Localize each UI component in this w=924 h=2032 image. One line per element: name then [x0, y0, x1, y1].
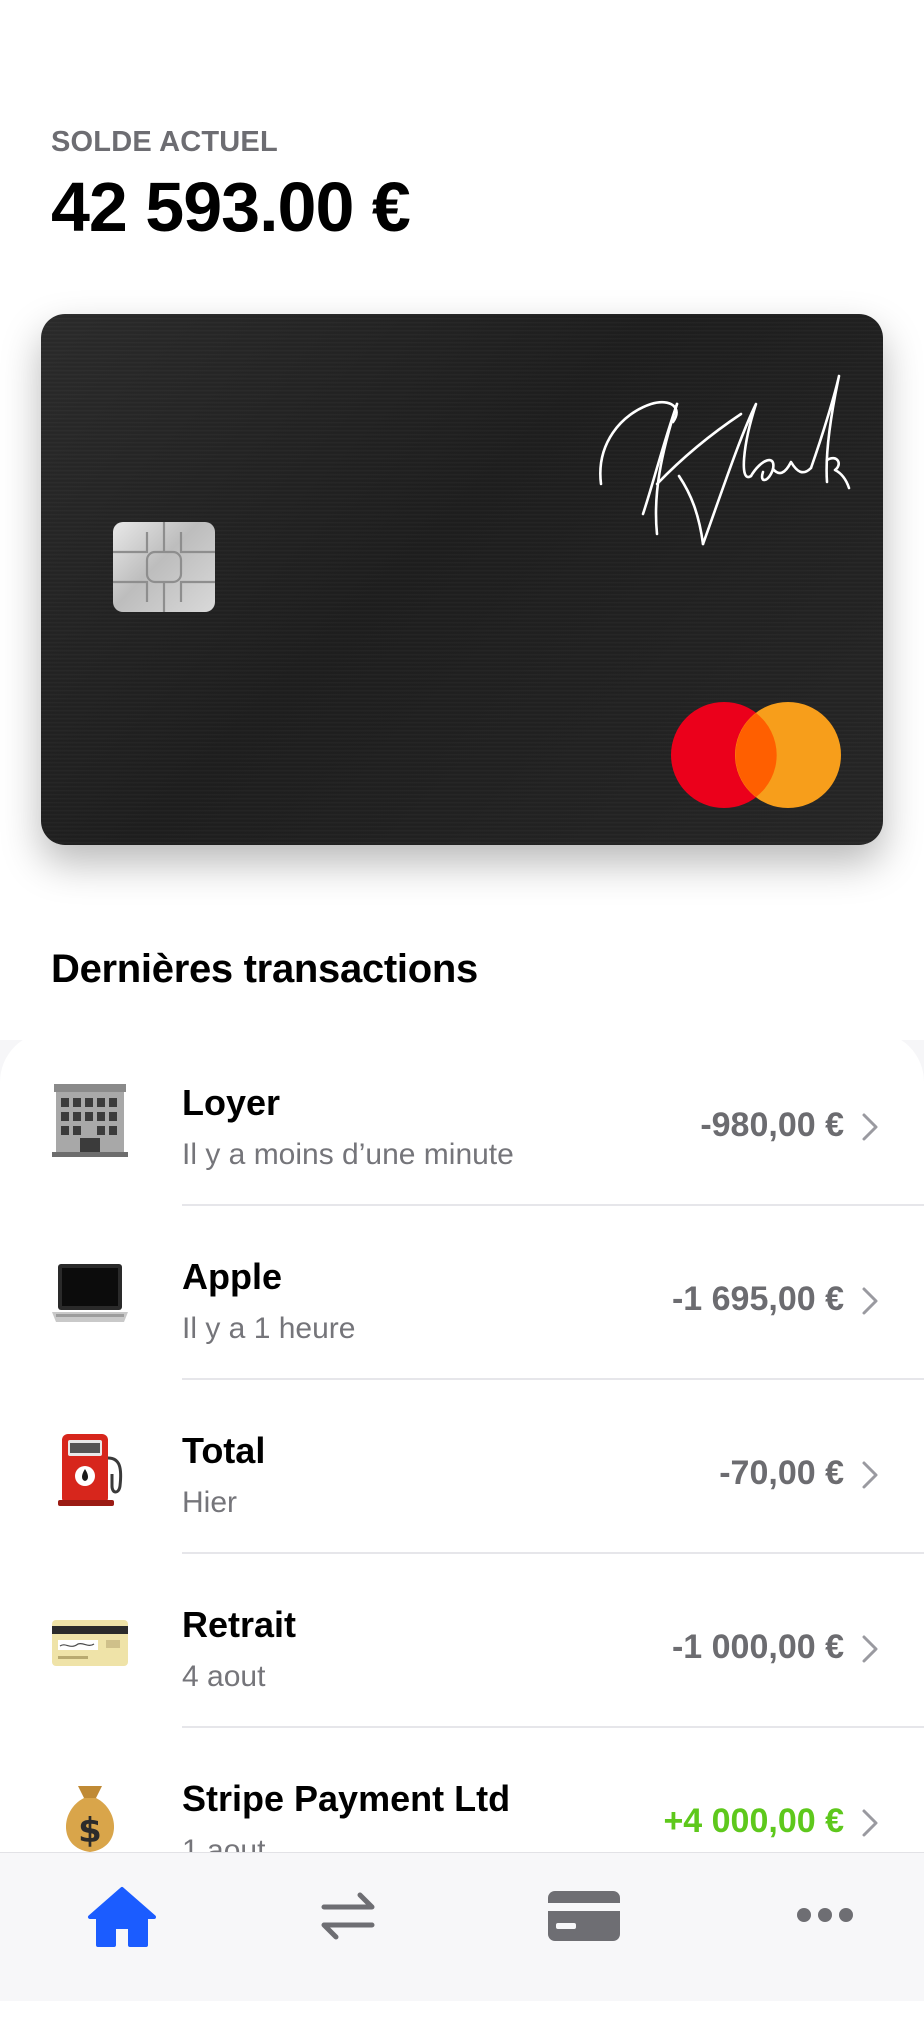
- transaction-amount: -70,00 €: [719, 1454, 844, 1492]
- svg-text:$: $: [78, 1811, 102, 1851]
- transaction-amount: +4 000,00 €: [663, 1802, 844, 1840]
- chevron-right-icon: [862, 1287, 878, 1315]
- transaction-amount: -980,00 €: [700, 1106, 844, 1144]
- laptop-icon: [52, 1264, 128, 1322]
- office-building-icon: [52, 1084, 128, 1157]
- transaction-title: Stripe Payment Ltd: [182, 1778, 511, 1819]
- transaction-row[interactable]: Retrait 4 aout -1 000,00 €: [0, 1554, 924, 1728]
- tab-cards[interactable]: [534, 1875, 634, 1955]
- payment-card[interactable]: [41, 314, 883, 845]
- transaction-time: 4 aout: [182, 1660, 266, 1693]
- transaction-amount: -1 695,00 €: [671, 1280, 844, 1318]
- tab-home[interactable]: [72, 1875, 172, 1955]
- transfer-icon: [321, 1892, 375, 1940]
- chevron-right-icon: [862, 1635, 878, 1663]
- transaction-time: Il y a 1 heure: [182, 1312, 356, 1345]
- chevron-right-icon: [862, 1461, 878, 1489]
- transaction-amount: -1 000,00 €: [671, 1628, 844, 1666]
- transaction-row[interactable]: Total Hier -70,00 €: [0, 1380, 924, 1554]
- home-icon: [88, 1887, 156, 1947]
- money-bag-icon: $: [65, 1786, 115, 1852]
- credit-card-icon: [52, 1620, 128, 1666]
- card-chip-icon: [113, 522, 215, 612]
- chevron-right-icon: [862, 1809, 878, 1837]
- tab-transfers[interactable]: [298, 1875, 398, 1955]
- transaction-title: Total: [182, 1430, 266, 1471]
- transaction-title: Loyer: [182, 1082, 281, 1123]
- chevron-right-icon: [862, 1113, 878, 1141]
- card-brand-signature: [599, 374, 851, 546]
- header: SOLDE ACTUEL 42 593.00 € Dernières trans…: [0, 0, 924, 1040]
- transaction-row[interactable]: Apple Il y a 1 heure -1 695,00 €: [0, 1206, 924, 1380]
- transaction-title: Retrait: [182, 1604, 297, 1645]
- tab-bar: [0, 1852, 924, 2001]
- tab-more[interactable]: [775, 1875, 875, 1955]
- transaction-time: Hier: [182, 1486, 238, 1519]
- transaction-row[interactable]: Loyer Il y a moins d’une minute -980,00 …: [0, 1032, 924, 1206]
- fuel-pump-icon: [58, 1434, 123, 1506]
- transactions-title: Dernières transactions: [51, 947, 478, 991]
- balance-label: SOLDE ACTUEL: [51, 126, 278, 158]
- mastercard-logo: [671, 702, 841, 808]
- more-icon: [797, 1908, 853, 1922]
- transaction-time: Il y a moins d’une minute: [182, 1138, 514, 1171]
- transaction-title: Apple: [182, 1256, 283, 1297]
- balance-amount: 42 593.00 €: [51, 168, 411, 246]
- card-icon: [548, 1891, 620, 1941]
